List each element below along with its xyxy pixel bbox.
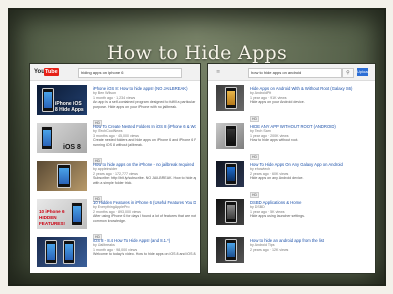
result-row[interactable]: How To Hide Apps On Any Galaxy App on An… xyxy=(208,158,375,198)
upload-button[interactable]: Upload xyxy=(357,68,370,76)
result-row[interactable]: iOS 8 - 8.4 How To Hide Apps! (and 8.1.*… xyxy=(30,234,200,270)
result-row[interactable]: iOS 8 How To Create Nested Folders In iO… xyxy=(30,120,200,164)
video-thumbnail[interactable]: 10 iPhone 6 HIDDEN FEATURES! xyxy=(37,199,87,229)
menu-icon[interactable]: ≡ xyxy=(216,68,220,76)
video-description: Hide apps using launcher settings. xyxy=(250,214,305,218)
youtube-header: You Tube hiding apps on iphone 6 xyxy=(30,64,200,81)
phone-image xyxy=(225,201,237,223)
result-row[interactable]: DSBD Applications & Home by DSBD 1 year … xyxy=(208,196,375,232)
video-description-line2: running iOS 8 without jailbreak. xyxy=(93,142,143,147)
result-row[interactable]: iPhone iOS 8 Hide Apps iPhone iOS 8: How… xyxy=(30,82,200,126)
youtube-search-android: ≡ how to hide apps on android ⚲ Upload H… xyxy=(208,64,375,273)
video-thumbnail[interactable] xyxy=(37,161,87,191)
video-thumbnail[interactable] xyxy=(37,237,87,267)
phone-image xyxy=(71,202,83,226)
video-stats: 2 years ago · 12K views xyxy=(250,247,289,252)
youtube-search-iphone: You Tube hiding apps on iphone 6 iPhone … xyxy=(30,64,200,273)
video-description: Create nested folders and hide apps on i… xyxy=(93,138,196,142)
video-thumbnail[interactable] xyxy=(216,199,244,225)
phone-image xyxy=(45,240,57,264)
result-row[interactable]: Hide Apps on Android With & Without Root… xyxy=(208,82,375,122)
phone-image xyxy=(225,163,237,185)
thumbnail-caption: 10 iPhone 6 HIDDEN FEATURES! xyxy=(39,209,65,226)
video-description-line2: purpose. Hide apps on your iPhone with n… xyxy=(93,104,178,109)
video-description: After using iPhone 6 for days I found a … xyxy=(93,214,196,218)
youtube-logo[interactable]: You Tube xyxy=(34,68,59,76)
phone-image xyxy=(42,88,54,112)
video-description: An app is a self-contained program desig… xyxy=(93,100,196,104)
phone-image xyxy=(63,240,75,264)
result-row[interactable]: How to hide an android app from the list… xyxy=(208,234,375,270)
search-input[interactable]: how to hide apps on android xyxy=(248,68,342,78)
video-description: Hide apps on any Android device. xyxy=(250,176,304,180)
slide-title: How to Hide Apps xyxy=(106,42,288,64)
video-description-line2: common knowledge. xyxy=(93,218,126,223)
video-description: How to hide apps without root. xyxy=(250,138,299,142)
search-icon[interactable]: ⚲ xyxy=(342,68,354,78)
phone-image xyxy=(225,87,237,109)
video-thumbnail[interactable] xyxy=(216,123,244,149)
video-thumbnail[interactable] xyxy=(216,237,244,263)
video-description: Subscribe: http://bit.ly/subscribe. NO J… xyxy=(93,176,196,180)
hand-phone-image xyxy=(57,164,71,188)
result-row[interactable]: How to hide apps on the iPhone - no jail… xyxy=(30,158,200,202)
result-row[interactable]: 10 iPhone 6 HIDDEN FEATURES! 10 Hidden F… xyxy=(30,196,200,240)
thumbnail-caption: iPhone iOS 8 Hide Apps xyxy=(55,101,84,113)
video-description: Hide apps on your Android device. xyxy=(250,100,305,104)
video-description-line2: with a simple folder trick. xyxy=(93,180,133,185)
youtube-header: ≡ how to hide apps on android ⚲ Upload xyxy=(208,64,375,81)
phone-image xyxy=(225,125,237,147)
video-thumbnail[interactable] xyxy=(216,85,244,111)
phone-image xyxy=(225,239,237,261)
video-description: Welcome to today's video. How to hide ap… xyxy=(93,252,196,256)
video-thumbnail[interactable]: iOS 8 xyxy=(37,123,87,153)
video-thumbnail[interactable] xyxy=(216,161,244,187)
result-row[interactable]: HIDE ANY APP WITHOUT ROOT (ANDROID) by T… xyxy=(208,120,375,160)
slide: How to Hide Apps You Tube hiding apps on… xyxy=(8,8,386,286)
phone-image xyxy=(41,126,53,150)
thumbnail-caption: iOS 8 xyxy=(63,144,81,151)
logo-tube-text: Tube xyxy=(44,68,59,76)
search-input[interactable]: hiding apps on iphone 6 xyxy=(78,68,182,78)
video-thumbnail[interactable]: iPhone iOS 8 Hide Apps xyxy=(37,85,87,115)
